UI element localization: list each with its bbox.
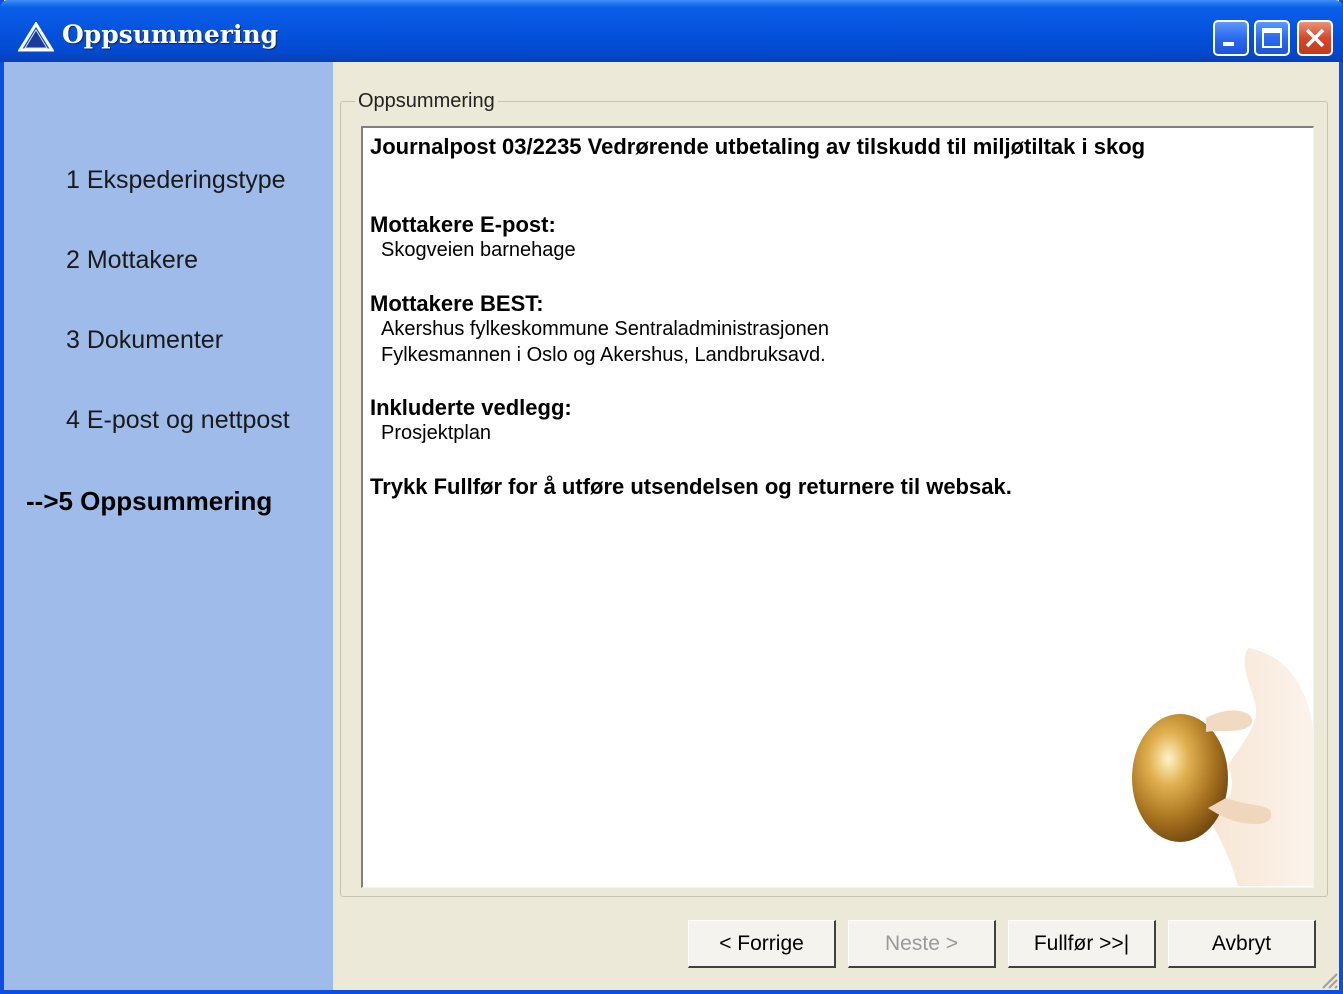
summary-group-title: Oppsummering — [355, 90, 498, 113]
attachment-item: Prosjektplan — [381, 422, 492, 444]
close-button[interactable] — [1297, 20, 1333, 56]
step-ekspederingstype: 1 Ekspederingstype — [66, 166, 286, 194]
step-epost-og-nettpost: 4 E-post og nettpost — [66, 406, 290, 434]
previous-button[interactable]: < Forrige — [688, 920, 836, 968]
best-recipients-label: Mottakere BEST: — [370, 291, 544, 316]
window-title: Oppsummering — [62, 20, 279, 49]
minimize-icon — [1223, 42, 1234, 46]
step-mottakere: 2 Mottakere — [66, 246, 199, 274]
triangle-logo-icon — [18, 22, 54, 52]
maximize-button[interactable] — [1254, 20, 1290, 56]
step-dokumenter: 3 Dokumenter — [66, 326, 224, 354]
cancel-button[interactable]: Avbryt — [1168, 920, 1316, 968]
summary-text-area[interactable]: Journalpost 03/2235 Vedrørende utbetalin… — [361, 126, 1314, 888]
attachments-label: Inkluderte vedlegg: — [370, 395, 572, 420]
close-icon — [1305, 28, 1325, 48]
email-recipients-label: Mottakere E-post: — [370, 212, 556, 237]
best-recipient-item: Fylkesmannen i Oslo og Akershus, Landbru… — [381, 344, 826, 366]
finish-instruction: Trykk Fullfør for å utføre utsendelsen o… — [370, 474, 1012, 499]
wizard-steps-sidebar: 1 Ekspederingstype 2 Mottakere 3 Dokumen… — [4, 62, 333, 990]
minimize-button[interactable] — [1213, 20, 1249, 56]
golden-egg-illustration — [1132, 648, 1313, 886]
resize-grip-icon[interactable] — [1319, 970, 1339, 990]
finish-button[interactable]: Fullfør >>| — [1008, 920, 1156, 968]
maximize-icon — [1262, 28, 1282, 48]
email-recipient-item: Skogveien barnehage — [381, 239, 576, 261]
step-oppsummering-current: -->5 Oppsummering — [26, 486, 273, 516]
journal-heading: Journalpost 03/2235 Vedrørende utbetalin… — [370, 134, 1146, 159]
next-button[interactable]: Neste > — [848, 920, 996, 968]
title-bar[interactable]: Oppsummering — [0, 0, 1343, 62]
best-recipient-item: Akershus fylkeskommune Sentraladministra… — [381, 318, 829, 340]
